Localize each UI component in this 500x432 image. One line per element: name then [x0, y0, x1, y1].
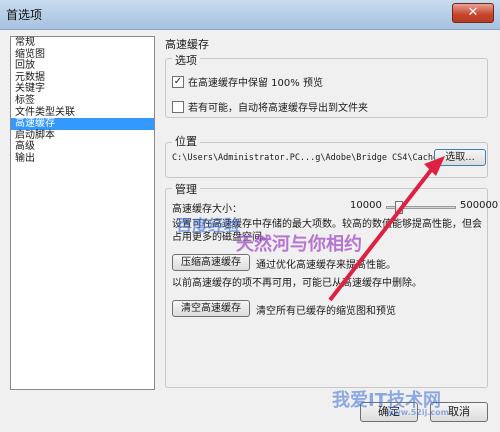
arrow-shaft: [328, 163, 437, 302]
arrow-annotation: [328, 156, 445, 302]
